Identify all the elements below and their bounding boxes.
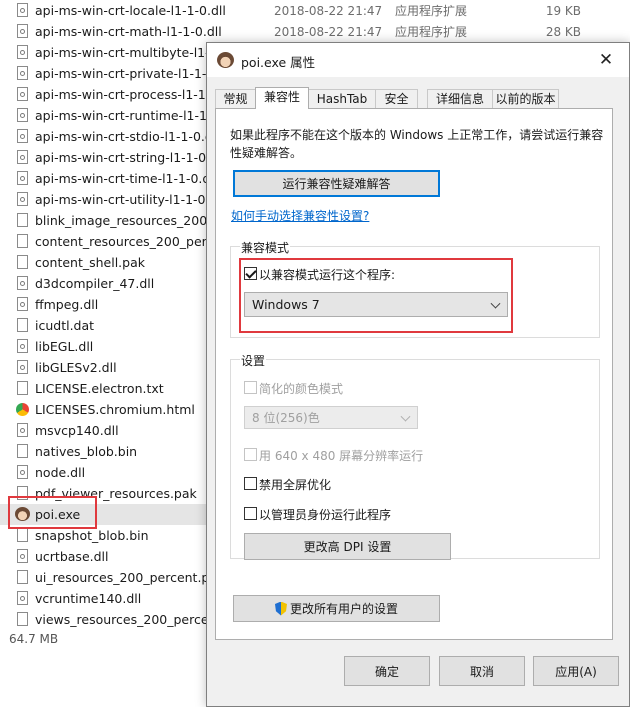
- dll-file-icon: [17, 297, 28, 311]
- file-name: api-ms-win-crt-time-l1-1-0.dll: [35, 171, 218, 186]
- reduced-color-checkbox: [244, 381, 257, 394]
- color-depth-select: 8 位(256)色: [244, 406, 418, 429]
- file-icon: [17, 528, 28, 542]
- compat-mode-highlight-box: [239, 258, 513, 333]
- dll-file-icon: [17, 171, 28, 185]
- file-name: api-ms-win-crt-locale-l1-1-0.dll: [35, 3, 226, 18]
- uac-shield-icon: [274, 601, 287, 616]
- dll-file-icon: [17, 465, 28, 479]
- dll-file-icon: [17, 549, 28, 563]
- file-name: content_shell.pak: [35, 255, 145, 270]
- status-bar-size: 64.7 MB: [9, 632, 59, 646]
- settings-group-label: 设置: [240, 352, 267, 369]
- file-date: 2018-08-22 21:47: [274, 3, 383, 18]
- ok-button[interactable]: 确定: [344, 656, 430, 686]
- close-icon: ✕: [598, 50, 614, 70]
- file-name: api-ms-win-crt-utility-l1-1-0.dll: [35, 192, 225, 207]
- run-as-admin-checkbox[interactable]: [244, 507, 257, 520]
- apply-button[interactable]: 应用(A): [533, 656, 619, 686]
- properties-dialog: poi.exe 属性 ✕ 常规 兼容性 HashTab 安全 详细信息 以前的版…: [206, 42, 630, 707]
- dll-file-icon: [17, 129, 28, 143]
- close-button[interactable]: ✕: [583, 43, 629, 77]
- file-row[interactable]: api-ms-win-crt-math-l1-1-0.dll 2018-08-22…: [0, 21, 630, 42]
- file-type: 应用程序扩展: [395, 4, 468, 18]
- intro-text: 如果此程序不能在这个版本的 Windows 上正常工作，请尝试运行兼容性疑难解答…: [230, 128, 604, 160]
- dll-file-icon: [17, 150, 28, 164]
- dll-file-icon: [17, 192, 28, 206]
- file-icon: [17, 570, 28, 584]
- chevron-down-icon: [400, 411, 411, 422]
- file-name: icudtl.dat: [35, 318, 95, 333]
- tab-previous-versions[interactable]: 以前的版本: [492, 89, 559, 108]
- file-name: libGLESv2.dll: [35, 360, 117, 375]
- tab-hashtab[interactable]: HashTab: [308, 89, 376, 108]
- file-icon: [17, 234, 28, 248]
- file-name: api-ms-win-crt-stdio-l1-1-0.dll: [35, 129, 220, 144]
- file-name: natives_blob.bin: [35, 444, 138, 459]
- cancel-button[interactable]: 取消: [439, 656, 525, 686]
- file-size: 19 KB: [545, 3, 581, 18]
- file-name: ucrtbase.dll: [35, 549, 109, 564]
- dll-file-icon: [17, 87, 28, 101]
- chromium-html-icon: [16, 403, 29, 416]
- file-icon: [17, 255, 28, 269]
- dll-file-icon: [17, 66, 28, 80]
- manual-settings-link[interactable]: 如何手动选择兼容性设置?: [231, 207, 369, 224]
- file-name: api-ms-win-crt-private-l1-1-0.dll: [35, 66, 234, 81]
- file-name: snapshot_blob.bin: [35, 528, 149, 543]
- compatibility-panel: 如果此程序不能在这个版本的 Windows 上正常工作，请尝试运行兼容性疑难解答…: [215, 108, 613, 640]
- file-name: d3dcompiler_47.dll: [35, 276, 155, 291]
- file-icon: [17, 318, 28, 332]
- tab-general[interactable]: 常规: [215, 89, 256, 108]
- high-dpi-button[interactable]: 更改高 DPI 设置: [244, 533, 451, 560]
- dll-file-icon: [17, 276, 28, 290]
- file-name: LICENSE.electron.txt: [35, 381, 164, 396]
- dll-file-icon: [17, 423, 28, 437]
- dll-file-icon: [17, 360, 28, 374]
- file-size: 28 KB: [545, 24, 581, 39]
- dll-file-icon: [17, 3, 28, 17]
- dll-file-icon: [17, 24, 28, 38]
- compat-mode-group-label: 兼容模式: [240, 239, 291, 256]
- dll-file-icon: [17, 591, 28, 605]
- tab-security[interactable]: 安全: [375, 89, 418, 108]
- run-as-admin-label[interactable]: 以管理员身份运行此程序: [259, 506, 391, 523]
- dialog-titlebar[interactable]: poi.exe 属性 ✕: [207, 43, 629, 77]
- poi-app-icon: [217, 52, 234, 68]
- file-icon: [17, 213, 28, 227]
- change-all-users-button[interactable]: 更改所有用户的设置: [233, 595, 440, 622]
- run-troubleshooter-button[interactable]: 运行兼容性疑难解答: [233, 170, 440, 197]
- file-name: api-ms-win-crt-math-l1-1-0.dll: [35, 24, 222, 39]
- poi-exe-highlight-box: [8, 496, 97, 529]
- file-name: libEGL.dll: [35, 339, 94, 354]
- file-row[interactable]: api-ms-win-crt-locale-l1-1-0.dll 2018-08-…: [0, 0, 630, 21]
- file-name: api-ms-win-crt-string-l1-1-0.dll: [35, 150, 225, 165]
- file-name: msvcp140.dll: [35, 423, 119, 438]
- file-name: ui_resources_200_percent.pak: [35, 570, 225, 585]
- resolution-label: 用 640 x 480 屏幕分辨率运行: [259, 449, 424, 463]
- fullscreen-optimization-checkbox[interactable]: [244, 477, 257, 490]
- file-type: 应用程序扩展: [395, 25, 468, 39]
- file-icon: [17, 381, 28, 395]
- color-depth-value: 8 位(256)色: [252, 411, 320, 425]
- tab-compatibility[interactable]: 兼容性: [255, 87, 309, 109]
- dialog-title: poi.exe 属性: [241, 55, 316, 70]
- resolution-checkbox: [244, 448, 257, 461]
- reduced-color-label: 简化的颜色模式: [259, 382, 344, 396]
- change-all-users-label: 更改所有用户的设置: [289, 602, 398, 616]
- file-name: vcruntime140.dll: [35, 591, 142, 606]
- fullscreen-optimization-label[interactable]: 禁用全屏优化: [259, 476, 331, 493]
- dll-file-icon: [17, 108, 28, 122]
- dll-file-icon: [17, 339, 28, 353]
- dll-file-icon: [17, 45, 28, 59]
- file-date: 2018-08-22 21:47: [274, 24, 383, 39]
- tab-details[interactable]: 详细信息: [427, 89, 493, 108]
- file-name: LICENSES.chromium.html: [35, 402, 195, 417]
- file-name: ffmpeg.dll: [35, 297, 99, 312]
- file-icon: [17, 444, 28, 458]
- file-icon: [17, 612, 28, 626]
- file-name: node.dll: [35, 465, 86, 480]
